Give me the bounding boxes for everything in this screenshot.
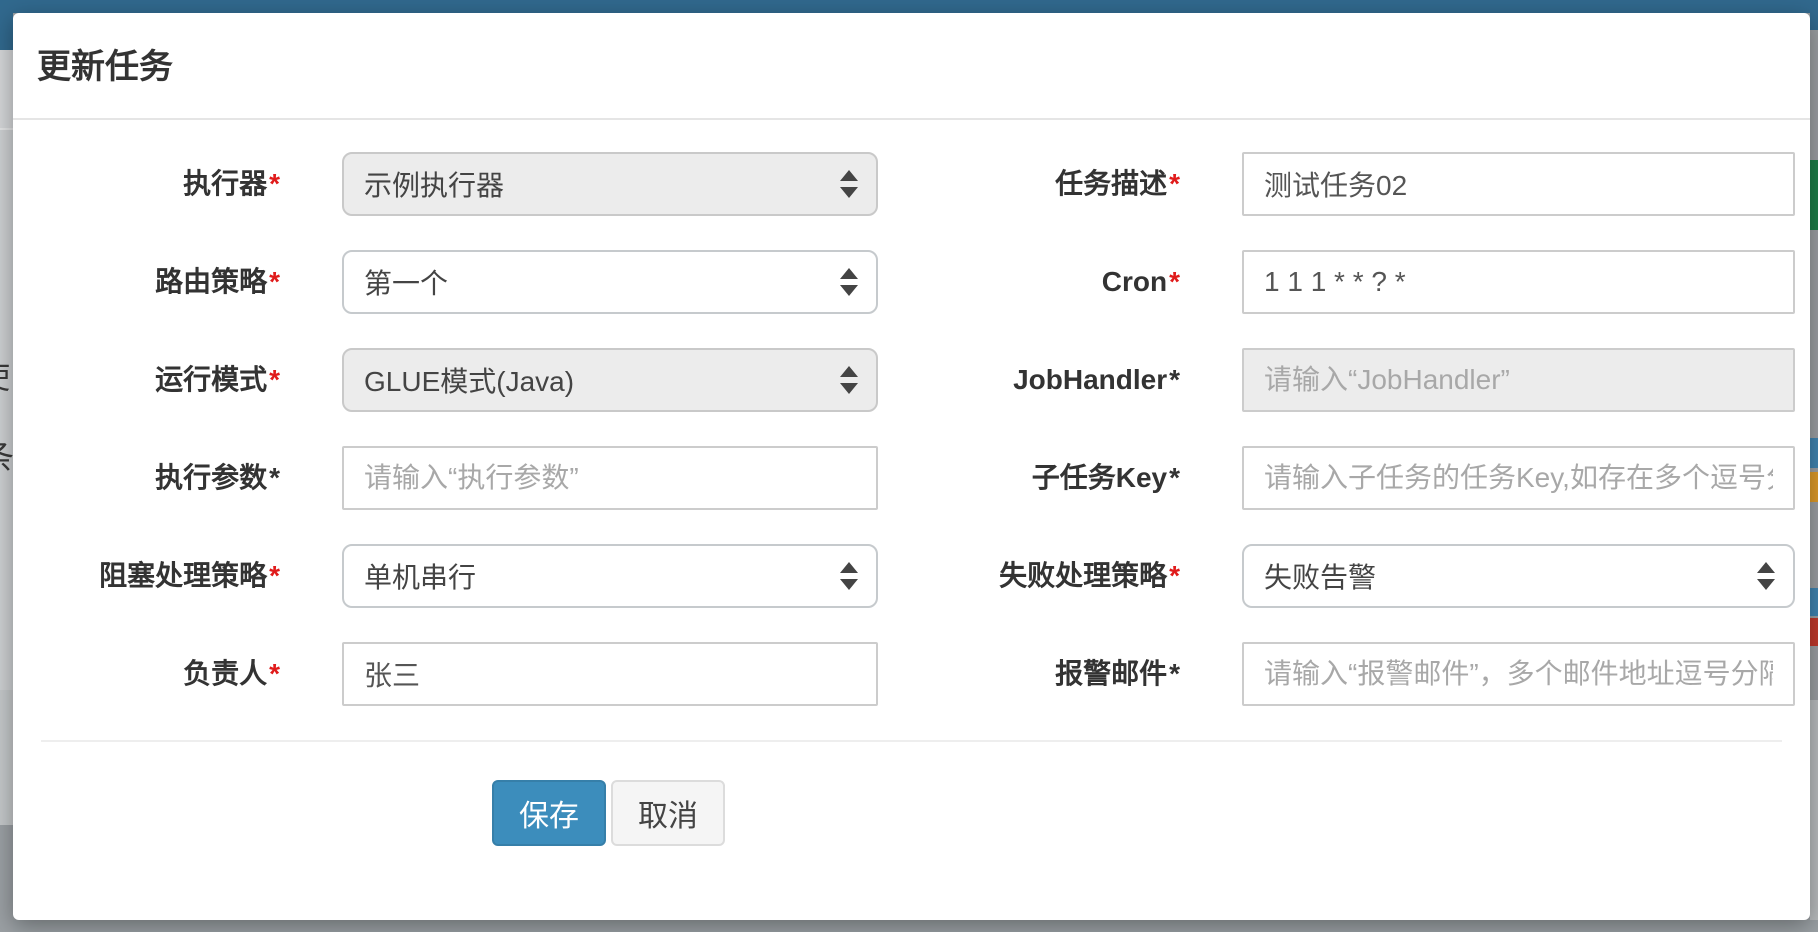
page-bottom-fragment <box>0 825 13 932</box>
modal-body: 执行器* 示例执行器 任务描述* 路由策略* 第一个 Cron* 运行模式* G… <box>13 120 1810 846</box>
author-input[interactable] <box>342 642 878 706</box>
page-bottom-fragment <box>1810 920 1818 932</box>
orange-button-fragment <box>1810 472 1818 502</box>
backdrop-left-strip: 理 使 条 1 <box>0 0 13 932</box>
required-marker: * <box>269 266 280 297</box>
required-marker: * <box>1169 364 1180 395</box>
page-top-navbar <box>0 0 1818 13</box>
cron-input[interactable] <box>1242 250 1795 314</box>
form-row: 执行器* 示例执行器 任务描述* <box>13 152 1810 216</box>
backdrop-bottom-strip <box>0 920 1818 932</box>
alarm-email-label: 报警邮件* <box>878 642 1242 706</box>
modal-header: 更新任务 <box>13 13 1810 120</box>
cron-label: Cron* <box>878 250 1242 314</box>
update-job-modal: 更新任务 执行器* 示例执行器 任务描述* 路由策略* 第一个 Cron* 运行… <box>13 13 1810 920</box>
select-arrows-icon <box>840 268 858 296</box>
form-row: 路由策略* 第一个 Cron* <box>13 250 1810 314</box>
save-button[interactable]: 保存 <box>492 780 606 846</box>
required-marker: * <box>269 364 280 395</box>
select-arrows-icon <box>1757 562 1775 590</box>
form-row: 负责人* 报警邮件* <box>13 642 1810 706</box>
job-handler-label: JobHandler* <box>878 348 1242 412</box>
green-button-fragment <box>1810 160 1818 230</box>
executor-select: 示例执行器 <box>342 152 878 216</box>
page-heading-fragment: 理 <box>0 50 13 130</box>
navbar-fragment <box>1810 0 1818 30</box>
block-strategy-select[interactable]: 单机串行 <box>342 544 878 608</box>
form-row: 运行模式* GLUE模式(Java) JobHandler* <box>13 348 1810 412</box>
child-jobkey-input[interactable] <box>1242 446 1795 510</box>
route-strategy-label: 路由策略* <box>13 250 342 314</box>
modal-footer-buttons: 保存 取消 <box>492 780 1810 846</box>
block-strategy-label: 阻塞处理策略* <box>13 544 342 608</box>
job-handler-input <box>1242 348 1795 412</box>
required-marker: * <box>1169 168 1180 199</box>
blue-button-fragment <box>1810 588 1818 616</box>
required-marker: * <box>269 560 280 591</box>
exec-param-input[interactable] <box>342 446 878 510</box>
page-body-fragment: 使 条 <box>0 130 13 690</box>
route-strategy-select[interactable]: 第一个 <box>342 250 878 314</box>
form-row: 执行参数* 子任务Key* <box>13 446 1810 510</box>
page-lower-fragment <box>1810 700 1818 920</box>
form-row: 阻塞处理策略* 单机串行 失败处理策略* 失败告警 <box>13 544 1810 608</box>
blue-button-fragment <box>1810 438 1818 468</box>
author-label: 负责人* <box>13 642 342 706</box>
fail-strategy-select[interactable]: 失败告警 <box>1242 544 1795 608</box>
backdrop-right-strip <box>1810 0 1818 932</box>
glue-type-label: 运行模式* <box>13 348 342 412</box>
required-marker: * <box>1169 658 1180 689</box>
required-marker: * <box>1169 266 1180 297</box>
alarm-email-input[interactable] <box>1242 642 1795 706</box>
executor-label: 执行器* <box>13 152 342 216</box>
text-glyph-fragment: 使 <box>0 352 10 398</box>
required-marker: * <box>1169 560 1180 591</box>
required-marker: * <box>1169 462 1180 493</box>
page-footer-fragment: 1 <box>0 690 13 825</box>
modal-title: 更新任务 <box>37 48 173 86</box>
select-arrows-icon <box>840 562 858 590</box>
cancel-button[interactable]: 取消 <box>611 780 725 846</box>
child-jobkey-label: 子任务Key* <box>878 446 1242 510</box>
required-marker: * <box>269 462 280 493</box>
text-glyph-fragment: 条 <box>0 430 13 479</box>
exec-param-label: 执行参数* <box>13 446 342 510</box>
red-button-fragment <box>1810 618 1818 646</box>
fail-strategy-label: 失败处理策略* <box>878 544 1242 608</box>
select-arrows-icon <box>840 170 858 198</box>
navbar-fragment <box>0 0 13 50</box>
select-arrows-icon <box>840 366 858 394</box>
required-marker: * <box>269 168 280 199</box>
required-marker: * <box>269 658 280 689</box>
job-desc-input[interactable] <box>1242 152 1795 216</box>
glue-type-select: GLUE模式(Java) <box>342 348 878 412</box>
footer-divider <box>41 740 1782 742</box>
job-desc-label: 任务描述* <box>878 152 1242 216</box>
